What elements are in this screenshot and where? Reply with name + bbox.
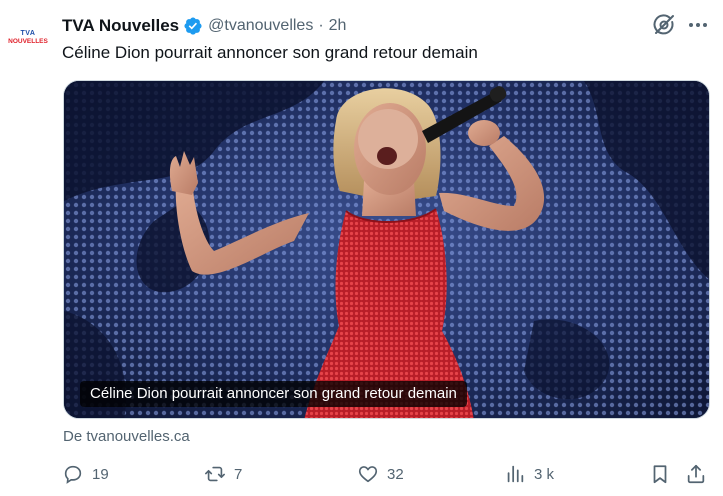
more-dot <box>696 23 700 27</box>
tweet-text: Céline Dion pourrait annoncer son grand … <box>62 43 478 62</box>
like-icon <box>358 466 378 483</box>
bookmark-icon <box>653 465 667 484</box>
reply-count: 19 <box>92 465 109 483</box>
reply-button[interactable]: 19 <box>62 460 109 488</box>
separator-dot: · <box>318 17 324 34</box>
avatar-logo-top: TVA <box>20 30 36 37</box>
views-icon <box>507 465 524 483</box>
like-button[interactable]: 32 <box>357 460 404 488</box>
avatar-logo-bottom: NOUVELLES <box>8 38 48 45</box>
more-dot <box>703 23 707 27</box>
share-icon <box>687 464 705 484</box>
repost-count: 7 <box>234 465 243 483</box>
bookmark-button[interactable] <box>649 460 671 488</box>
repost-button[interactable]: 7 <box>204 460 242 488</box>
author-name[interactable]: TVA Nouvelles <box>62 16 179 36</box>
action-bar: 19 7 32 3 k <box>62 460 712 488</box>
author-handle[interactable]: @tvanouvelles <box>208 17 313 35</box>
share-button[interactable] <box>685 460 707 488</box>
timestamp[interactable]: 2h <box>329 17 347 35</box>
verified-badge-icon <box>183 16 203 36</box>
views-button[interactable]: 3 k <box>504 460 554 488</box>
card-source-link[interactable]: De tvanouvelles.ca <box>63 428 190 445</box>
more-dot <box>689 23 693 27</box>
grok-icon[interactable] <box>652 13 676 37</box>
repost-icon <box>205 466 225 482</box>
more-icon[interactable] <box>686 13 710 37</box>
tweet-header: TVA Nouvelles @tvanouvelles · 2h <box>62 14 346 38</box>
card-caption: Céline Dion pourrait annoncer son grand … <box>80 381 467 407</box>
link-card[interactable]: Céline Dion pourrait annoncer son grand … <box>63 80 710 419</box>
views-count: 3 k <box>534 465 555 483</box>
avatar[interactable]: TVA NOUVELLES <box>4 28 52 48</box>
card-photo <box>64 81 709 418</box>
like-count: 32 <box>387 465 404 483</box>
reply-icon <box>64 465 82 484</box>
